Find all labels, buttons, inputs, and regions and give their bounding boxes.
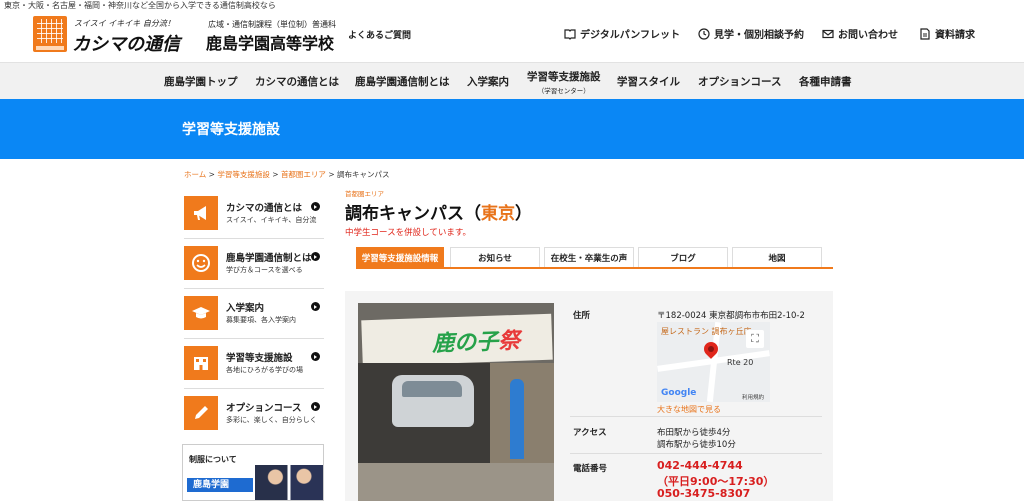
school-title[interactable]: 鹿島学園高等学校: [206, 30, 334, 54]
uniform-school-badge: 鹿島学園: [187, 478, 253, 492]
info-row-divider: [570, 453, 822, 454]
top-tagline: 東京・大阪・名古屋・福岡・神奈川など全国から入学できる通信制高校なら: [4, 1, 276, 10]
sidebar-item-subtitle: 学び方＆コースを選べる: [226, 266, 303, 274]
logo-icon[interactable]: [33, 16, 67, 52]
tab-student-voices[interactable]: 在校生・卒業生の声: [544, 247, 634, 267]
nav-item-application-forms[interactable]: 各種申請書: [799, 63, 852, 100]
phone-number-1[interactable]: 042-444-4744: [657, 459, 743, 472]
sidebar-item-title: 入学案内: [226, 303, 265, 314]
clock-icon: [698, 27, 710, 40]
arrow-circle-icon: [311, 252, 320, 261]
uniform-banner[interactable]: 制服について 鹿島学園: [182, 444, 324, 501]
visit-reservation-label: 見学・個別相談予約: [714, 30, 804, 41]
tab-blog[interactable]: ブログ: [638, 247, 728, 267]
faq-link[interactable]: よくあるご質問: [348, 28, 411, 41]
smile-icon: [192, 254, 210, 272]
sidebar-item-title: オプションコース: [226, 403, 302, 414]
sidebar-divider: [184, 288, 324, 289]
campus-map[interactable]: 屋レストラン 調布ヶ丘店 Rte 20 ⛶ Google 利用規約: [657, 322, 770, 402]
map-place-label: 屋レストラン 調布ヶ丘店: [661, 327, 752, 336]
sidebar-item-subtitle: 多彩に、楽しく、自分らしく: [226, 416, 317, 424]
phone-number-2[interactable]: 050-3475-8307: [657, 487, 750, 500]
breadcrumb-current: 調布キャンパス: [337, 170, 390, 179]
nav-item-option-course[interactable]: オプションコース: [698, 63, 781, 100]
larger-map-link[interactable]: 大きな地図で見る: [657, 404, 721, 415]
digital-pamphlet-label: デジタルパンフレット: [580, 30, 680, 41]
nav-item-correspondence[interactable]: 鹿島学園通信制とは: [355, 63, 450, 100]
uniform-photo: [255, 465, 323, 500]
megaphone-icon: [194, 206, 206, 220]
banner-title: 学習等支援施設: [182, 122, 280, 138]
arrow-circle-icon: [311, 402, 320, 411]
access-value-2: 調布駅から徒歩10分: [657, 440, 736, 450]
breadcrumb-home[interactable]: ホーム: [184, 170, 206, 179]
arrow-circle-icon: [311, 302, 320, 311]
mail-icon: [822, 29, 834, 38]
request-materials-link[interactable]: 資料請求: [919, 26, 975, 41]
breadcrumb: ホーム > 学習等支援施設 > 首都圏エリア > 調布キャンパス: [184, 170, 390, 179]
sidebar-item-admission[interactable]: 入学案内 募集要項、各入学案内: [184, 296, 324, 336]
contact-link[interactable]: お問い合わせ: [822, 26, 898, 41]
site-header: スイスイ イキイキ 自分流！ カシマの通信 広域・通信制課程（単位制）普通科 鹿…: [0, 12, 1024, 60]
sidebar-item-title: 学習等支援施設: [226, 353, 293, 364]
contact-label: お問い合わせ: [838, 30, 898, 41]
uniform-label: 制服について: [189, 455, 237, 464]
building-icon: [194, 357, 208, 370]
document-icon: [920, 27, 930, 40]
address-value: 〒182-0024 東京都調布市布田2-10-2: [657, 311, 805, 321]
campus-tabs: 学習等支援施設情報 お知らせ 在校生・卒業生の声 ブログ 地図: [356, 247, 833, 269]
fullscreen-icon[interactable]: ⛶: [746, 330, 764, 348]
school-subtitle: 広域・通信制課程（単位制）普通科: [208, 20, 336, 29]
sidebar-item-learning-facilities[interactable]: 学習等支援施設 各地にひろがる学びの場: [184, 346, 324, 386]
sidebar-divider: [184, 238, 324, 239]
sidebar-item-kashima-tsushin[interactable]: カシマの通信とは スイスイ、イキイキ、自分流: [184, 196, 324, 236]
nav-item-kashima-tsushin[interactable]: カシマの通信とは: [255, 63, 339, 100]
nav-item-top[interactable]: 鹿島学園トップ: [164, 63, 238, 100]
sidebar-divider: [184, 388, 324, 389]
info-row-divider: [570, 416, 822, 417]
request-materials-label: 資料請求: [935, 30, 975, 41]
phone-label: 電話番号: [573, 464, 608, 474]
sidebar-item-option-course[interactable]: オプションコース 多彩に、楽しく、自分らしく: [184, 396, 324, 436]
tab-news[interactable]: お知らせ: [450, 247, 540, 267]
campus-photo: 鹿の子祭: [358, 303, 554, 501]
section-banner: 学習等支援施設: [0, 99, 1024, 159]
access-label: アクセス: [573, 428, 607, 438]
campus-title: 調布キャンパス（東京）: [345, 204, 532, 224]
arrow-circle-icon: [311, 352, 320, 361]
sidebar-item-title: カシマの通信とは: [226, 203, 303, 214]
sidebar-item-title: 鹿島学園通信制とは: [226, 253, 312, 264]
pencil-icon: [195, 406, 208, 419]
book-icon: [564, 28, 576, 40]
graduation-cap-icon: [192, 307, 210, 319]
main-nav: 鹿島学園トップ カシマの通信とは 鹿島学園通信制とは 入学案内 学習等支援施設（…: [0, 62, 1024, 99]
map-terms-link[interactable]: 利用規約: [742, 393, 764, 401]
breadcrumb-area[interactable]: 首都圏エリア: [281, 170, 326, 179]
logo-subtitle: スイスイ イキイキ 自分流！: [74, 19, 175, 28]
logo-title[interactable]: カシマの通信: [72, 30, 180, 56]
google-logo: Google: [661, 388, 697, 398]
tab-map[interactable]: 地図: [732, 247, 822, 267]
visit-reservation-link[interactable]: 見学・個別相談予約: [698, 26, 804, 41]
sidebar-item-subtitle: 募集要項、各入学案内: [226, 316, 296, 324]
address-label: 住所: [573, 311, 591, 321]
arrow-circle-icon: [311, 202, 320, 211]
nav-item-learning-facilities[interactable]: 学習等支援施設 （学習センター）: [527, 63, 601, 100]
breadcrumb-facilities[interactable]: 学習等支援施設: [217, 170, 270, 179]
digital-pamphlet-link[interactable]: デジタルパンフレット: [564, 26, 680, 41]
map-road-label: Rte 20: [727, 358, 754, 367]
sidebar-divider: [184, 338, 324, 339]
nav-item-admission[interactable]: 入学案内: [467, 63, 509, 100]
sidebar-item-subtitle: スイスイ、イキイキ、自分流: [226, 216, 317, 224]
tab-facility-info[interactable]: 学習等支援施設情報: [356, 247, 444, 267]
sidebar-item-subtitle: 各地にひろがる学びの場: [226, 366, 303, 374]
area-tag: 首都圏エリア: [345, 190, 384, 198]
campus-note: 中学生コースを併設しています。: [345, 228, 471, 238]
nav-item-learning-style[interactable]: 学習スタイル: [617, 63, 680, 100]
access-value-1: 布田駅から徒歩4分: [657, 428, 731, 438]
sidebar-item-correspondence[interactable]: 鹿島学園通信制とは 学び方＆コースを選べる: [184, 246, 324, 286]
